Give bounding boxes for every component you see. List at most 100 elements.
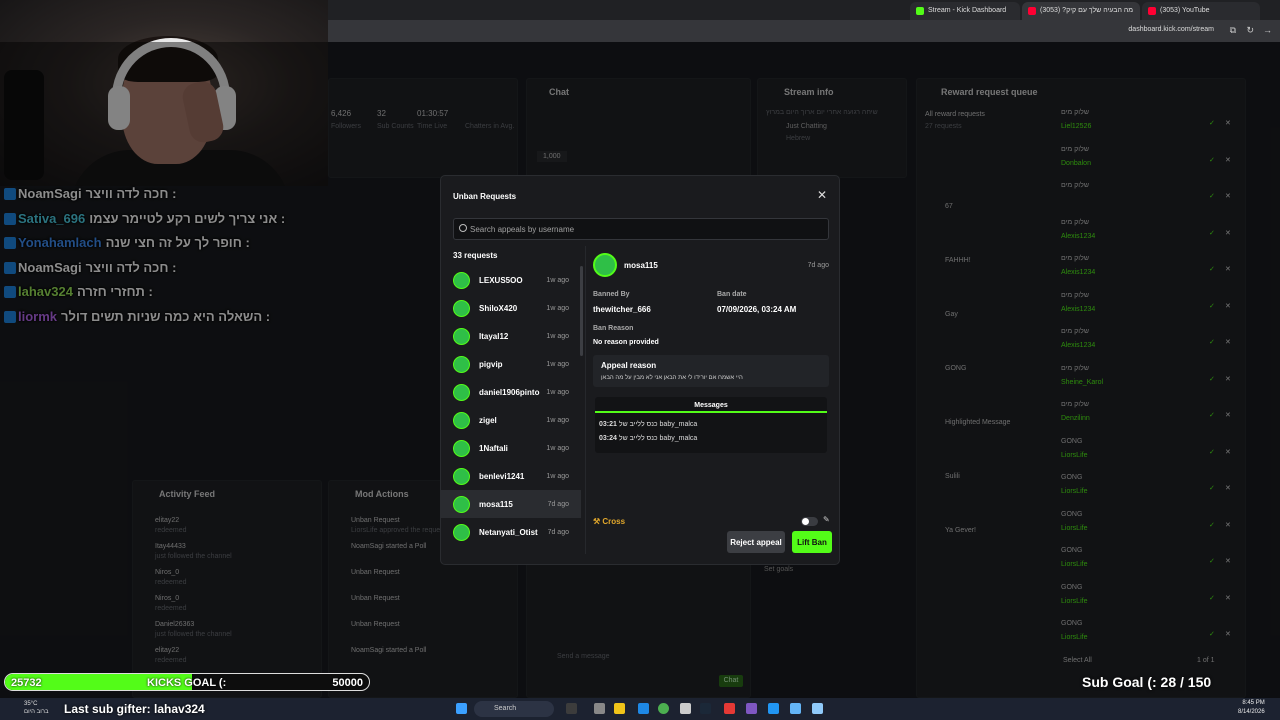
request-username: LEXUS5OO [479, 276, 523, 285]
message-text: כנס ללייב של baby_malca [618, 421, 698, 428]
request-list-item[interactable]: benlevi1241 1w ago [441, 462, 581, 490]
search-input[interactable]: Search appeals by username [453, 218, 829, 240]
request-list-item[interactable]: daniel1906pinto 1w ago [441, 378, 581, 406]
request-username: Itayal12 [479, 332, 509, 341]
messages-box: Messages 03:21 כנס ללייב של baby_malca 0… [595, 397, 827, 453]
lift-ban-button[interactable]: Lift Ban [792, 531, 832, 553]
request-time: 1w ago [546, 333, 569, 340]
message-line: 03:24 כנס ללייב של baby_malca [599, 435, 697, 442]
request-list-item[interactable]: 1Naftali 1w ago [441, 434, 581, 462]
request-time: 1w ago [546, 277, 569, 284]
goal-current: 25732 [11, 677, 42, 689]
message-time: 03:24 [599, 435, 617, 442]
tab-youtube-video[interactable]: (3053) ?מה הבעיה שלך עם קיק [1022, 2, 1140, 20]
pencil-icon[interactable]: ✎ [823, 515, 830, 524]
app-icon[interactable] [790, 703, 801, 714]
request-username: ShiloX420 [479, 304, 518, 313]
message-time: 03:21 [599, 421, 617, 428]
kick-favicon-icon [916, 7, 924, 15]
request-list-item[interactable]: LEXUS5OO 1w ago [441, 266, 581, 294]
request-username: mosa115 [479, 500, 513, 509]
appeal-text: היי אשמח אם יורידו לי את הבאן אני לא מבי… [601, 375, 743, 381]
forward-icon[interactable]: → [1263, 25, 1272, 35]
messages-tab[interactable]: Messages [595, 397, 827, 413]
request-list-item[interactable]: zigel 1w ago [441, 406, 581, 434]
request-count: 33 requests [453, 251, 498, 260]
avatar [593, 253, 617, 277]
taskbar-search[interactable]: Search [474, 701, 554, 717]
youtube-favicon-icon [1028, 7, 1036, 15]
modal-title: Unban Requests [453, 192, 517, 201]
request-list-item[interactable]: Itayal12 1w ago [441, 322, 581, 350]
system-clock[interactable]: 8:45 PM 8/14/2026 [1238, 699, 1265, 717]
request-list-item[interactable]: ShiloX420 1w ago [441, 294, 581, 322]
detail-username: mosa115 [624, 261, 658, 270]
request-username: daniel1906pinto [479, 388, 540, 397]
steam-icon[interactable] [700, 703, 711, 714]
banned-by-label: Banned By [593, 291, 630, 298]
tab-youtube[interactable]: (3053) YouTube [1142, 2, 1260, 20]
app-icon[interactable] [812, 703, 823, 714]
app-icon[interactable] [746, 703, 757, 714]
file-explorer-icon[interactable] [614, 703, 625, 714]
browser-tabstrip: Stream - Kick Dashboard (3053) ?מה הבעיה… [328, 0, 1280, 20]
reject-appeal-button[interactable]: Reject appeal [727, 531, 785, 553]
message-text: כנס ללייב של baby_malca [618, 435, 698, 442]
cross-text: Cross [602, 517, 626, 526]
clock-date: 8/14/2026 [1238, 709, 1265, 715]
youtube-favicon-icon [1148, 7, 1156, 15]
request-list-item[interactable]: pigvip 1w ago [441, 350, 581, 378]
task-view-icon[interactable] [594, 703, 605, 714]
request-list: LEXUS5OO 1w ago ShiloX420 1w ago Itayal12 1w … [441, 266, 581, 554]
unban-requests-modal: Unban Requests ✕ Search appeals by usern… [440, 175, 840, 565]
request-time: 1w ago [546, 473, 569, 480]
request-time: 1w ago [546, 417, 569, 424]
request-detail: mosa115 7d ago Banned By thewitcher_666 … [593, 251, 832, 561]
request-username: pigvip [479, 360, 503, 369]
appeal-label: Appeal reason [601, 361, 657, 370]
ban-reason-label: Ban Reason [593, 325, 634, 332]
edge-icon[interactable] [638, 703, 649, 714]
avatar [453, 412, 470, 429]
avatar [453, 496, 470, 513]
request-username: zigel [479, 416, 497, 425]
weather-widget[interactable]: 35°C ברוב היום [24, 700, 49, 716]
avatar [453, 524, 470, 541]
request-username: 1Naftali [479, 444, 508, 453]
goal-target: 50000 [332, 677, 363, 689]
avatar [453, 328, 470, 345]
message-line: 03:21 כנס ללייב של baby_malca [599, 421, 697, 428]
request-list-item[interactable]: Netanyati_Otist 7d ago [441, 518, 581, 546]
avatar [453, 384, 470, 401]
app-icon[interactable] [566, 703, 577, 714]
search-placeholder: Search appeals by username [470, 225, 575, 234]
close-icon[interactable]: ✕ [817, 188, 827, 202]
tab-kick-dashboard[interactable]: Stream - Kick Dashboard [910, 2, 1020, 20]
detail-time: 7d ago [807, 262, 829, 269]
ban-reason-value: No reason provided [593, 339, 659, 346]
request-time: 1w ago [546, 445, 569, 452]
list-scrollbar[interactable] [580, 266, 583, 356]
chrome-icon[interactable] [658, 703, 669, 714]
address-bar[interactable]: dashboard.kick.com/stream ⧉ ↻ → [328, 20, 1280, 42]
app-icon[interactable] [680, 703, 691, 714]
extensions-icon[interactable]: ⧉ [1230, 25, 1236, 36]
request-time: 1w ago [546, 361, 569, 368]
avatar [453, 300, 470, 317]
search-label: Search [494, 705, 517, 712]
banned-by-value: thewitcher_666 [593, 305, 651, 314]
cross-toggle[interactable] [801, 517, 818, 526]
request-time: 7d ago [547, 529, 569, 536]
last-sub-gifter: Last sub gifter: lahav324 [64, 702, 205, 716]
avatar [453, 468, 470, 485]
app-icon[interactable] [724, 703, 735, 714]
app-icon[interactable] [768, 703, 779, 714]
request-list-item[interactable]: mosa115 7d ago [441, 490, 581, 518]
reload-icon[interactable]: ↻ [1246, 25, 1254, 36]
request-time: 1w ago [546, 389, 569, 396]
ban-date-value: 07/09/2026, 03:24 AM [717, 305, 797, 314]
request-username: benlevi1241 [479, 472, 525, 481]
start-icon[interactable] [456, 703, 467, 714]
avatar [453, 272, 470, 289]
request-username: Netanyati_Otist [479, 528, 538, 537]
